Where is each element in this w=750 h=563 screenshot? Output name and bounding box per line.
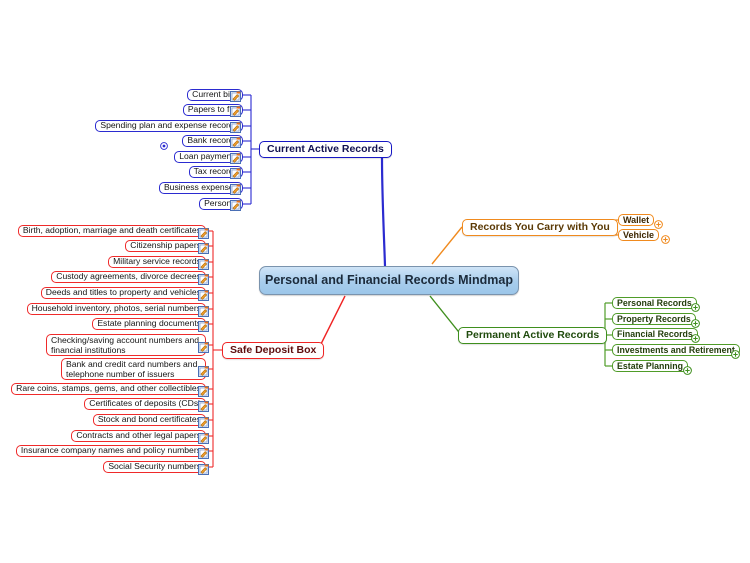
branch-records-you-carry-with-you-label: Records You Carry with You [470, 221, 610, 234]
leaf-label: Citizenship papers [130, 240, 201, 251]
note-edit-icon[interactable] [230, 89, 241, 102]
leaf-certificates-of-deposits[interactable]: Certificates of deposits (CDs) [84, 398, 206, 410]
leaf-label: Certificates of deposits (CDs) [89, 398, 201, 409]
leaf-wallet[interactable]: Wallet [618, 214, 655, 226]
leaf-bank-and-credit-card-numbers[interactable]: Bank and credit card numbers and telepho… [61, 358, 206, 380]
note-edit-icon[interactable] [198, 384, 209, 397]
note-edit-icon[interactable] [198, 304, 209, 317]
branch-safe-deposit-box-label: Safe Deposit Box [230, 344, 317, 357]
note-edit-icon[interactable] [198, 272, 209, 285]
note-edit-icon[interactable] [198, 431, 209, 444]
leaf-label: Bank and credit card numbers and telepho… [66, 358, 198, 379]
branch-permanent-active-records-label: Permanent Active Records [466, 329, 600, 342]
note-edit-icon[interactable] [230, 104, 241, 117]
plus-expand-icon[interactable] [654, 216, 663, 229]
note-edit-icon[interactable] [198, 257, 209, 270]
branch-current-active-records[interactable]: Current Active Records [259, 141, 392, 158]
plus-expand-icon[interactable] [691, 315, 700, 328]
leaf-label: Contracts and other legal papers [76, 430, 201, 441]
leaf-military-service-records[interactable]: Military service records [108, 256, 206, 268]
central-topic-label: Personal and Financial Records Mindmap [265, 273, 513, 288]
branch-permanent-active-records[interactable]: Permanent Active Records [458, 327, 608, 344]
leaf-label: Financial Records [617, 328, 693, 339]
note-edit-icon[interactable] [198, 399, 209, 412]
note-edit-icon[interactable] [198, 226, 209, 239]
leaf-estate-planning-documents[interactable]: Estate planning documents [92, 318, 206, 330]
note-edit-icon[interactable] [198, 446, 209, 459]
trunk-records-you-carry [431, 226, 463, 265]
leaf-label: Checking/saving account numbers and fina… [51, 334, 200, 355]
leaf-label: Vehicle [623, 229, 655, 240]
leaf-custody-agreements-divorce-decrees[interactable]: Custody agreements, divorce decrees [51, 271, 206, 283]
leaf-label: Estate planning documents [97, 318, 201, 329]
mindmap-canvas: Personal and Financial Records Mindmap C… [0, 0, 750, 563]
note-edit-icon[interactable] [198, 415, 209, 428]
leaf-vehicle[interactable]: Vehicle [618, 229, 660, 241]
note-edit-icon[interactable] [198, 462, 209, 475]
leaf-household-inventory[interactable]: Household inventory, photos, serial numb… [26, 303, 206, 315]
leaf-stock-and-bond-certificates[interactable]: Stock and bond certificates [92, 414, 206, 426]
note-edit-icon[interactable] [198, 288, 209, 301]
note-edit-icon[interactable] [198, 241, 209, 254]
trunk-current-active-records [380, 157, 387, 267]
blue-subtree-links [243, 94, 259, 205]
leaf-deeds-and-titles[interactable]: Deeds and titles to property and vehicle… [40, 287, 206, 299]
leaf-checking-saving-account-numbers[interactable]: Checking/saving account numbers and fina… [46, 334, 206, 356]
leaf-label: Social Security numbers [108, 461, 201, 472]
leaf-label: Rare coins, stamps, gems, and other coll… [16, 383, 201, 394]
leaf-birth-adoption-marriage-death-certificates[interactable]: Birth, adoption, marriage and death cert… [17, 225, 206, 237]
plus-expand-icon[interactable] [691, 299, 700, 312]
note-edit-icon[interactable] [230, 198, 241, 211]
branch-current-active-records-label: Current Active Records [267, 143, 384, 156]
leaf-label: Estate Planning [617, 360, 683, 371]
note-edit-icon[interactable] [198, 340, 209, 353]
leaf-label: Spending plan and expense records [100, 120, 238, 131]
leaf-insurance-company-names-policy-numbers[interactable]: Insurance company names and policy numbe… [15, 445, 206, 457]
leaf-label: Birth, adoption, marriage and death cert… [22, 225, 201, 236]
trunk-safe-deposit-box [317, 295, 346, 351]
central-topic[interactable]: Personal and Financial Records Mindmap [259, 266, 519, 295]
note-edit-icon[interactable] [230, 151, 241, 164]
leaf-estate-planning[interactable]: Estate Planning [612, 360, 688, 372]
leaf-property-records[interactable]: Property Records [612, 313, 696, 325]
leaf-label: Household inventory, photos, serial numb… [31, 303, 201, 314]
note-edit-icon[interactable] [198, 319, 209, 332]
leaf-spending-plan-and-expense-records[interactable]: Spending plan and expense records [95, 120, 243, 132]
leaf-citizenship-papers[interactable]: Citizenship papers [125, 240, 206, 252]
plus-expand-icon[interactable] [683, 362, 692, 375]
note-edit-icon[interactable] [230, 135, 241, 148]
note-edit-icon[interactable] [230, 182, 241, 195]
note-edit-icon[interactable] [230, 120, 241, 133]
leaf-label: Custody agreements, divorce decrees [56, 271, 201, 282]
leaf-financial-records[interactable]: Financial Records [612, 328, 698, 340]
leaf-social-security-numbers[interactable]: Social Security numbers [103, 461, 206, 473]
leaf-personal-records[interactable]: Personal Records [612, 297, 697, 309]
leaf-label: Military service records [113, 256, 201, 267]
branch-safe-deposit-box[interactable]: Safe Deposit Box [222, 342, 325, 359]
plus-expand-icon[interactable] [661, 231, 670, 244]
branch-records-you-carry-with-you[interactable]: Records You Carry with You [462, 219, 618, 236]
leaf-investments-and-retirement[interactable]: Investments and Retirement [612, 344, 740, 356]
leaf-label: Property Records [617, 313, 691, 324]
plus-expand-icon[interactable] [691, 330, 700, 343]
leaf-label: Deeds and titles to property and vehicle… [45, 287, 201, 298]
leaf-contracts-and-other-legal-papers[interactable]: Contracts and other legal papers [71, 430, 206, 442]
note-edit-icon[interactable] [230, 166, 241, 179]
leaf-label: Personal Records [617, 297, 692, 308]
leaf-label: Investments and Retirement [617, 344, 735, 355]
leaf-label: Stock and bond certificates [97, 414, 201, 425]
note-edit-icon[interactable] [198, 364, 209, 377]
leaf-rare-coins-stamps-gems[interactable]: Rare coins, stamps, gems, and other coll… [11, 383, 206, 395]
plus-expand-icon[interactable] [731, 346, 740, 359]
leaf-label: Business expenses [163, 182, 238, 193]
leaf-label: Wallet [623, 214, 650, 225]
leaf-label: Insurance company names and policy numbe… [20, 445, 201, 456]
collapse-toggle-icon[interactable] [160, 137, 168, 150]
